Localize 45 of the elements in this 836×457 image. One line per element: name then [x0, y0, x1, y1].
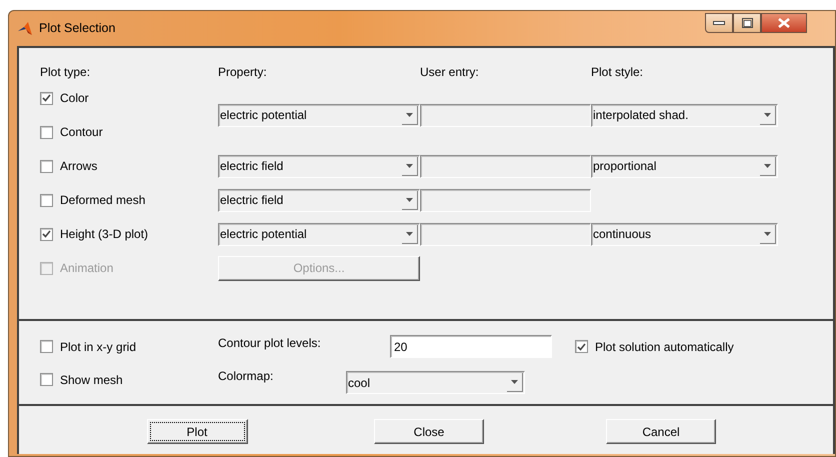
- dropdown[interactable]: continuous: [591, 222, 778, 246]
- dropdown[interactable]: cool: [346, 371, 525, 394]
- checkbox[interactable]: Deformed mesh: [40, 191, 218, 209]
- dropdown[interactable]: electric potential: [218, 104, 420, 126]
- column-header: Plot style:: [591, 64, 644, 81]
- dropdown[interactable]: electric potential: [218, 222, 420, 246]
- caret-icon: [406, 232, 413, 236]
- dropdown[interactable]: interpolated shad.: [591, 104, 778, 126]
- checkbox[interactable]: Color: [40, 89, 218, 107]
- check-icon: [42, 230, 51, 238]
- checkbox[interactable]: Plot solution automatically: [575, 338, 734, 356]
- dialog-button[interactable]: Plot: [146, 419, 248, 444]
- column-header: Property:: [218, 64, 268, 81]
- column-header: Plot type:: [40, 64, 92, 81]
- checkbox[interactable]: Arrows: [40, 157, 218, 175]
- checkbox[interactable]: Height (3-D plot): [40, 225, 218, 243]
- dialog-button[interactable]: Cancel: [606, 419, 716, 444]
- dialog-button[interactable]: Close: [374, 419, 484, 444]
- caret-icon: [406, 164, 413, 168]
- checkbox[interactable]: Contour: [40, 123, 218, 141]
- check-icon: [577, 342, 586, 350]
- window-title: Plot Selection: [39, 20, 116, 38]
- checkbox[interactable]: Show mesh: [40, 370, 218, 388]
- input-field[interactable]: 20: [390, 335, 552, 358]
- maximize-icon: [742, 18, 752, 28]
- app-icon: [17, 20, 33, 36]
- dropdown[interactable]: proportional: [591, 154, 778, 178]
- caret-icon: [764, 232, 771, 236]
- dropdown[interactable]: electric field: [218, 154, 420, 178]
- field-label: Contour plot levels:: [218, 334, 322, 352]
- column-header: User entry:: [420, 64, 480, 81]
- minimize-button[interactable]: [705, 12, 733, 32]
- caret-icon: [406, 198, 413, 202]
- caret-icon: [406, 112, 413, 116]
- field-label: Colormap:: [218, 368, 274, 384]
- checkbox[interactable]: Plot in x-y grid: [40, 338, 218, 356]
- dropdown[interactable]: electric field: [218, 188, 420, 212]
- check-icon: [42, 94, 51, 102]
- caret-icon: [764, 164, 771, 168]
- caret-icon: [511, 380, 518, 384]
- minimize-icon: [713, 20, 725, 26]
- caret-icon: [764, 112, 771, 116]
- maximize-button[interactable]: [733, 12, 761, 32]
- close-button[interactable]: [761, 12, 807, 32]
- close-icon: [778, 18, 790, 28]
